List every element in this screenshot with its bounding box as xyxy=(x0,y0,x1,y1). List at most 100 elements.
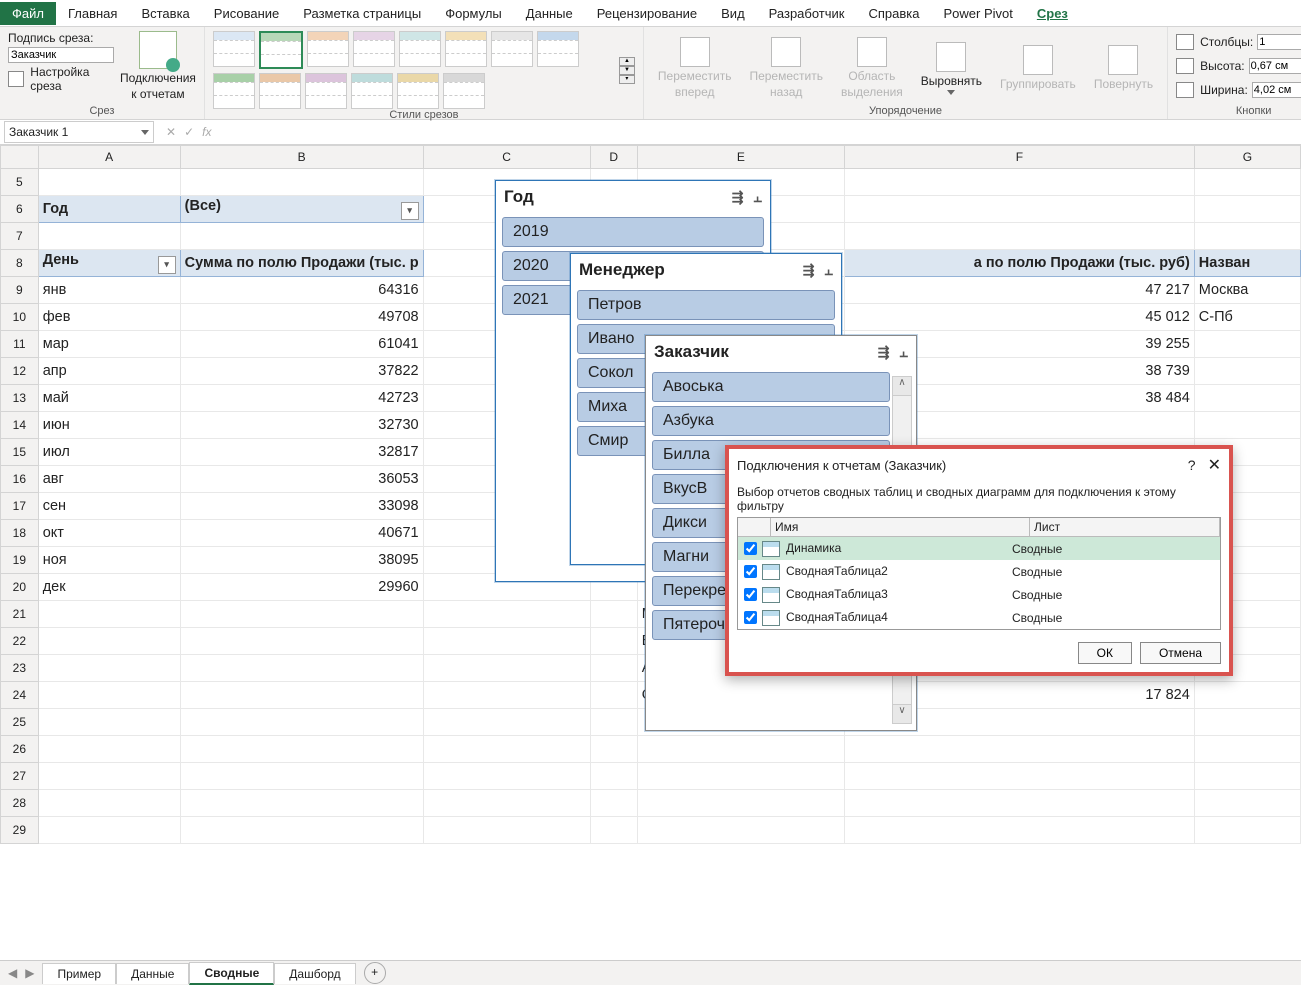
row-checkbox[interactable] xyxy=(744,542,757,555)
row-header[interactable]: 23 xyxy=(1,655,39,682)
dialog-help-button[interactable]: ? xyxy=(1188,457,1196,473)
clear-filter-icon[interactable]: ⫠ xyxy=(900,344,908,361)
row-header[interactable]: 20 xyxy=(1,574,39,601)
tab-home[interactable]: Главная xyxy=(56,2,129,25)
cell[interactable] xyxy=(1194,763,1300,790)
cell[interactable] xyxy=(38,790,180,817)
row-header[interactable]: 10 xyxy=(1,304,39,331)
cell[interactable]: 32730 xyxy=(180,412,423,439)
cell[interactable] xyxy=(845,223,1195,250)
cell[interactable] xyxy=(1194,331,1300,358)
cell[interactable] xyxy=(423,628,590,655)
col-header[interactable]: F xyxy=(845,146,1195,169)
tab-slicer[interactable]: Срез xyxy=(1025,2,1080,25)
list-item[interactable]: СводнаяТаблица4Сводные xyxy=(738,606,1220,629)
cell[interactable]: 64316 xyxy=(180,277,423,304)
nav-next-icon[interactable]: ▶ xyxy=(25,966,34,980)
cell[interactable]: 40671 xyxy=(180,520,423,547)
cell[interactable]: июл xyxy=(38,439,180,466)
nav-prev-icon[interactable]: ◀ xyxy=(8,966,17,980)
cell[interactable]: 61041 xyxy=(180,331,423,358)
clear-filter-icon[interactable]: ⫠ xyxy=(825,262,833,279)
cell[interactable] xyxy=(590,736,637,763)
col-header[interactable]: G xyxy=(1194,146,1300,169)
cell[interactable] xyxy=(38,223,180,250)
cell[interactable] xyxy=(1194,169,1300,196)
cell[interactable] xyxy=(1194,412,1300,439)
cell[interactable] xyxy=(637,736,844,763)
col-header[interactable]: D xyxy=(590,146,637,169)
cancel-button[interactable]: Отмена xyxy=(1140,642,1221,664)
align-button[interactable]: Выровнять xyxy=(915,42,988,95)
slicer-caption-input[interactable] xyxy=(8,47,114,63)
select-all-button[interactable] xyxy=(1,146,39,169)
cell[interactable] xyxy=(423,682,590,709)
cell[interactable] xyxy=(1194,682,1300,709)
cell[interactable] xyxy=(38,763,180,790)
sheet-nav[interactable]: ◀▶ xyxy=(0,966,42,980)
list-item[interactable]: СводнаяТаблица2Сводные xyxy=(738,560,1220,583)
columns-input[interactable] xyxy=(1257,34,1301,50)
cell[interactable] xyxy=(590,601,637,628)
row-header[interactable]: 6 xyxy=(1,196,39,223)
tab-insert[interactable]: Вставка xyxy=(129,2,201,25)
tab-layout[interactable]: Разметка страницы xyxy=(291,2,433,25)
cell[interactable] xyxy=(845,736,1195,763)
width-input[interactable] xyxy=(1252,82,1301,98)
cell[interactable] xyxy=(590,682,637,709)
cell[interactable]: Сумма по полю Продажи (тыс. р xyxy=(180,250,423,277)
tab-powerpivot[interactable]: Power Pivot xyxy=(931,2,1024,25)
cell[interactable] xyxy=(845,196,1195,223)
cell[interactable] xyxy=(1194,790,1300,817)
row-header[interactable]: 7 xyxy=(1,223,39,250)
list-item[interactable]: СводнаяТаблица3Сводные xyxy=(738,583,1220,606)
list-col-name[interactable]: Имя xyxy=(771,518,1030,536)
tab-help[interactable]: Справка xyxy=(856,2,931,25)
cell[interactable] xyxy=(180,763,423,790)
row-header[interactable]: 24 xyxy=(1,682,39,709)
cell[interactable] xyxy=(590,655,637,682)
cell[interactable] xyxy=(637,790,844,817)
slicer-item[interactable]: Азбука xyxy=(652,406,890,436)
cell[interactable] xyxy=(180,682,423,709)
row-header[interactable]: 21 xyxy=(1,601,39,628)
cell[interactable] xyxy=(1194,196,1300,223)
row-header[interactable]: 8 xyxy=(1,250,39,277)
cell[interactable] xyxy=(637,763,844,790)
row-header[interactable]: 12 xyxy=(1,358,39,385)
cell[interactable]: С-Пб xyxy=(1194,304,1300,331)
cell[interactable] xyxy=(590,817,637,844)
row-header[interactable]: 16 xyxy=(1,466,39,493)
cell[interactable] xyxy=(845,817,1195,844)
tab-review[interactable]: Рецензирование xyxy=(585,2,709,25)
cell[interactable]: 37822 xyxy=(180,358,423,385)
cell[interactable]: май xyxy=(38,385,180,412)
cell[interactable] xyxy=(1194,736,1300,763)
cell[interactable]: авг xyxy=(38,466,180,493)
cell[interactable]: 38095 xyxy=(180,547,423,574)
sheet-tab[interactable]: Данные xyxy=(116,963,189,984)
cell[interactable] xyxy=(1194,385,1300,412)
dialog-close-button[interactable]: ✕ xyxy=(1208,457,1221,474)
slicer-item[interactable]: Авоська xyxy=(652,372,890,402)
col-header[interactable]: E xyxy=(637,146,844,169)
row-header[interactable]: 17 xyxy=(1,493,39,520)
sheet-tab[interactable]: Сводные xyxy=(189,962,274,985)
cell[interactable] xyxy=(590,709,637,736)
cell[interactable] xyxy=(180,223,423,250)
cell[interactable]: дек xyxy=(38,574,180,601)
cell[interactable] xyxy=(180,709,423,736)
cell[interactable]: 29960 xyxy=(180,574,423,601)
cell[interactable]: а по полю Продажи (тыс. руб) xyxy=(845,250,1195,277)
cell[interactable] xyxy=(38,736,180,763)
slicer-settings-button[interactable]: Настройка среза xyxy=(8,65,114,93)
chevron-down-icon[interactable] xyxy=(141,130,149,135)
cell[interactable] xyxy=(180,628,423,655)
cell[interactable]: 45 012 xyxy=(845,304,1195,331)
tab-dev[interactable]: Разработчик xyxy=(757,2,857,25)
tab-data[interactable]: Данные xyxy=(514,2,585,25)
row-header[interactable]: 19 xyxy=(1,547,39,574)
selection-pane-button[interactable]: Областьвыделения xyxy=(835,37,909,99)
cell[interactable] xyxy=(180,790,423,817)
row-header[interactable]: 9 xyxy=(1,277,39,304)
